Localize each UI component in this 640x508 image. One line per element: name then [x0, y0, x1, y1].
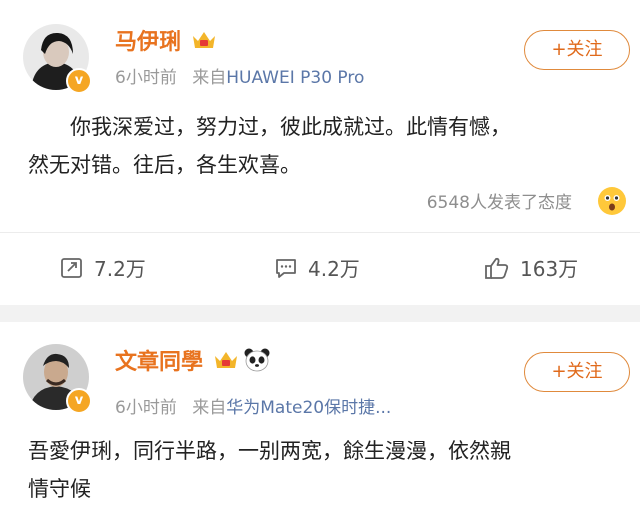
reactions-summary[interactable]: 6548人发表了态度: [427, 188, 572, 213]
like-count: 163万: [520, 257, 579, 281]
from-prefix: 来自: [192, 398, 227, 418]
post-meta: 6小时前 来自HUAWEI P30 Pro: [115, 63, 364, 88]
post-content-line-2: 情守候: [28, 477, 91, 501]
follow-button[interactable]: +关注: [524, 352, 630, 392]
comment-count: 4.2万: [308, 257, 360, 281]
username[interactable]: 马伊琍: [115, 24, 181, 56]
follow-button[interactable]: +关注: [524, 30, 630, 70]
weibo-post-1: v 马伊琍 6小时前 来自HUAWEI P30 Pro +关注 你我深爱过，努力…: [0, 0, 640, 305]
weibo-post-2: v 文章同學 6小时前 来自华为Mate20保时捷... +关注 吾愛伊琍，同行…: [0, 322, 640, 501]
divider-line: [0, 232, 640, 233]
post-meta: 6小时前 来自华为Mate20保时捷...: [115, 393, 391, 418]
verified-badge: v: [66, 388, 92, 414]
post-content-line-1: 你我深爱过，努力过，彼此成就过。此情有憾，: [70, 115, 511, 139]
share-count: 7.2万: [94, 257, 146, 281]
share-button[interactable]: 7.2万: [60, 253, 146, 282]
verified-badge: v: [66, 68, 92, 94]
share-icon: [61, 257, 82, 278]
post-time: 6小时前: [115, 398, 177, 418]
username[interactable]: 文章同學: [115, 344, 203, 376]
comment-icon: [276, 258, 296, 278]
like-icon: [485, 257, 509, 279]
surprised-emoji-icon[interactable]: [598, 187, 626, 215]
like-button[interactable]: 163万: [484, 253, 578, 282]
post-separator: [0, 305, 640, 322]
post-content-line-2: 然无对错。往后，各生欢喜。: [28, 153, 301, 177]
vip-crown-icon: [212, 348, 240, 372]
post-time: 6小时前: [115, 68, 177, 88]
vip-crown-icon: [190, 28, 218, 52]
post-content-line-1: 吾愛伊琍，同行半路，一别两宽，餘生漫漫，依然親: [28, 439, 511, 463]
from-prefix: 来自: [192, 68, 227, 88]
panda-icon: [243, 347, 271, 373]
comment-button[interactable]: 4.2万: [274, 253, 360, 282]
post-source[interactable]: HUAWEI P30 Pro: [226, 68, 364, 88]
post-source[interactable]: 华为Mate20保时捷...: [226, 398, 391, 418]
